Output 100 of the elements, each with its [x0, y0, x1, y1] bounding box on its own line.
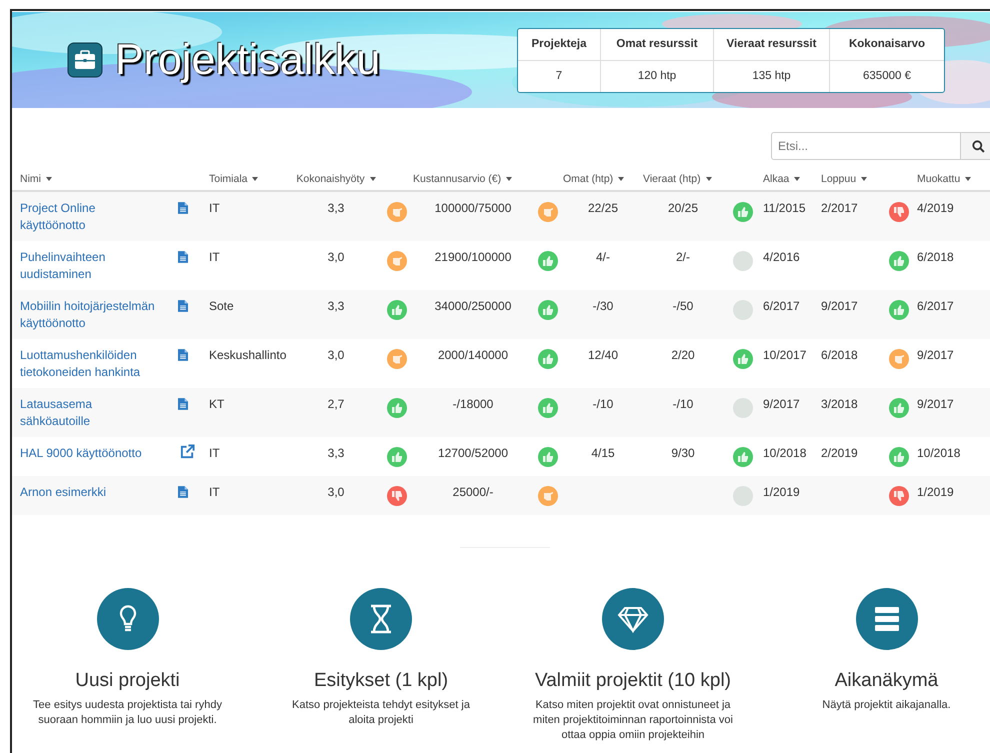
table-cell: 9/2017 [821, 299, 858, 313]
table-cell: -/10 [672, 397, 694, 411]
feature-title[interactable]: Esitykset (1 kpl) [314, 670, 448, 692]
table-cell: 635000 € [829, 61, 944, 92]
table-cell: 4/2019 [917, 201, 954, 215]
table-cell: 2,7 [328, 397, 344, 411]
table-cell-text: 7 [554, 69, 564, 84]
column-header[interactable]: Nimi [20, 173, 52, 185]
caret-icon [370, 177, 376, 182]
table-cell: 9/2017 [917, 397, 954, 411]
search-button[interactable] [961, 132, 990, 160]
table-cell: IT [209, 250, 220, 264]
caret-icon [46, 177, 52, 182]
project-link[interactable]: Mobiilin hoitojärjestelmän käyttöönotto [20, 298, 160, 332]
project-link[interactable]: Latausasema sähköautoille [20, 396, 160, 430]
feature-description: Katso miten projektit ovat onnistuneet ja miten projektitoiminnan raportoinnista voi ottaa oppia omiin projekteihin [532, 698, 734, 743]
caret-icon [706, 177, 712, 182]
document-icon[interactable] [178, 486, 188, 498]
table-cell: 3,3 [328, 299, 344, 313]
column-header: Projekteja [518, 29, 600, 61]
table-cell: 9/2017 [917, 348, 954, 362]
project-link[interactable]: Puhelinvaihteen uudistaminen [20, 249, 160, 283]
table-cell: 6/2017 [763, 299, 800, 313]
table-cell: 3,3 [328, 201, 344, 215]
table-cell: 25000/- [452, 485, 494, 499]
table-cell: -/50 [672, 299, 694, 313]
table-cell: 2/20 [671, 348, 695, 362]
feature-description: Näytä projektit aikajanalla. [822, 698, 951, 713]
column-header[interactable]: Loppuu [821, 173, 867, 185]
hourglass-icon[interactable] [350, 588, 412, 650]
feature-title[interactable]: Uusi projekti [75, 670, 180, 692]
external-link-icon[interactable] [180, 444, 195, 459]
table-cell: 6/2018 [917, 250, 954, 264]
table-cell: -/10 [592, 397, 614, 411]
table-cell: 9/30 [671, 446, 695, 460]
column-header[interactable]: Toimiala [209, 173, 258, 185]
table-cell: 2/2017 [821, 201, 858, 215]
table-cell: 3,0 [328, 250, 344, 264]
column-header[interactable]: Omat (htp) [563, 173, 624, 185]
table-cell: 3,0 [328, 348, 344, 362]
table-cell: 135 htp [713, 61, 829, 92]
app-title: Projektisalkku [115, 36, 380, 84]
table-cell: KT [209, 397, 224, 411]
document-icon[interactable] [178, 349, 188, 361]
project-link[interactable]: Luottamushenkilöiden tietokoneiden hankinta [20, 347, 160, 381]
table-cell: 12700/52000 [438, 446, 508, 460]
caret-icon [965, 177, 972, 182]
document-icon[interactable] [178, 202, 188, 214]
table-cell: IT [209, 446, 220, 460]
feature-description: Katso projekteista tehdyt esitykset ja aloita projekti [291, 698, 471, 728]
document-icon[interactable] [178, 398, 188, 410]
column-header: Omat resurssit [600, 29, 713, 61]
document-icon[interactable] [178, 300, 188, 312]
project-link[interactable]: Project Online käyttöönotto [20, 200, 160, 234]
table-cell: 11/2015 [763, 201, 806, 215]
table-cell: 100000/75000 [434, 201, 512, 215]
table-cell: 34000/250000 [434, 299, 512, 313]
search-icon [972, 140, 985, 152]
feature-description: Tee esitys uudesta projektista tai ryhdy suoraan hommiin ja luo uusi projekti. [32, 698, 223, 728]
caret-icon [860, 177, 867, 182]
feature-title[interactable]: Aikanäkymä [834, 670, 938, 692]
column-header: Kokonaisarvo [829, 29, 944, 61]
table-cell: -/30 [592, 299, 614, 313]
column-header[interactable]: Vieraat (htp) [643, 173, 712, 185]
column-header[interactable]: Kustannusarvio (€) [413, 173, 512, 185]
project-link[interactable]: Arnon esimerkki [20, 484, 106, 501]
project-link[interactable]: HAL 9000 käyttöönotto [20, 445, 142, 462]
search-field[interactable]: Etsi... [771, 132, 961, 160]
table-cell: 1/2019 [763, 485, 800, 499]
table-cell: 3/2018 [821, 397, 858, 411]
feature-title[interactable]: Valmiit projektit (10 kpl) [534, 670, 732, 692]
table-cell: 10/2018 [763, 446, 806, 460]
table-cell: IT [209, 201, 220, 215]
caret-icon [252, 177, 258, 182]
caret-icon [794, 177, 800, 182]
table-cell: 22/25 [588, 201, 618, 215]
table-cell: 6/2017 [917, 299, 954, 313]
caret-icon [618, 177, 624, 182]
table-cell: 120 htp [600, 61, 713, 92]
table-cell: IT [209, 485, 220, 499]
table-cell: 2000/140000 [438, 348, 508, 362]
table-cell: 4/- [596, 250, 610, 264]
lightbulb-icon[interactable] [96, 588, 158, 650]
caret-icon [506, 177, 512, 182]
table-cell: 10/2018 [917, 446, 960, 460]
table-cell: 20/25 [668, 201, 698, 215]
briefcase-icon [67, 42, 103, 78]
table-cell: Sote [209, 299, 234, 313]
table-cell: 3,0 [328, 485, 344, 499]
column-header: Vieraat resurssit [713, 29, 829, 61]
table-cell: 12/40 [588, 348, 618, 362]
column-header[interactable]: Muokattu [917, 173, 972, 185]
table-cell: 9/2017 [763, 397, 800, 411]
table-cell: 4/15 [591, 446, 615, 460]
table-cell: 10/2017 [763, 348, 806, 362]
server-icon[interactable] [856, 588, 918, 650]
column-header[interactable]: Alkaa [763, 173, 800, 185]
table-cell: Keskushallinto [209, 348, 286, 362]
document-icon[interactable] [178, 251, 188, 263]
column-header[interactable]: Kokonaishyöty [296, 173, 376, 185]
